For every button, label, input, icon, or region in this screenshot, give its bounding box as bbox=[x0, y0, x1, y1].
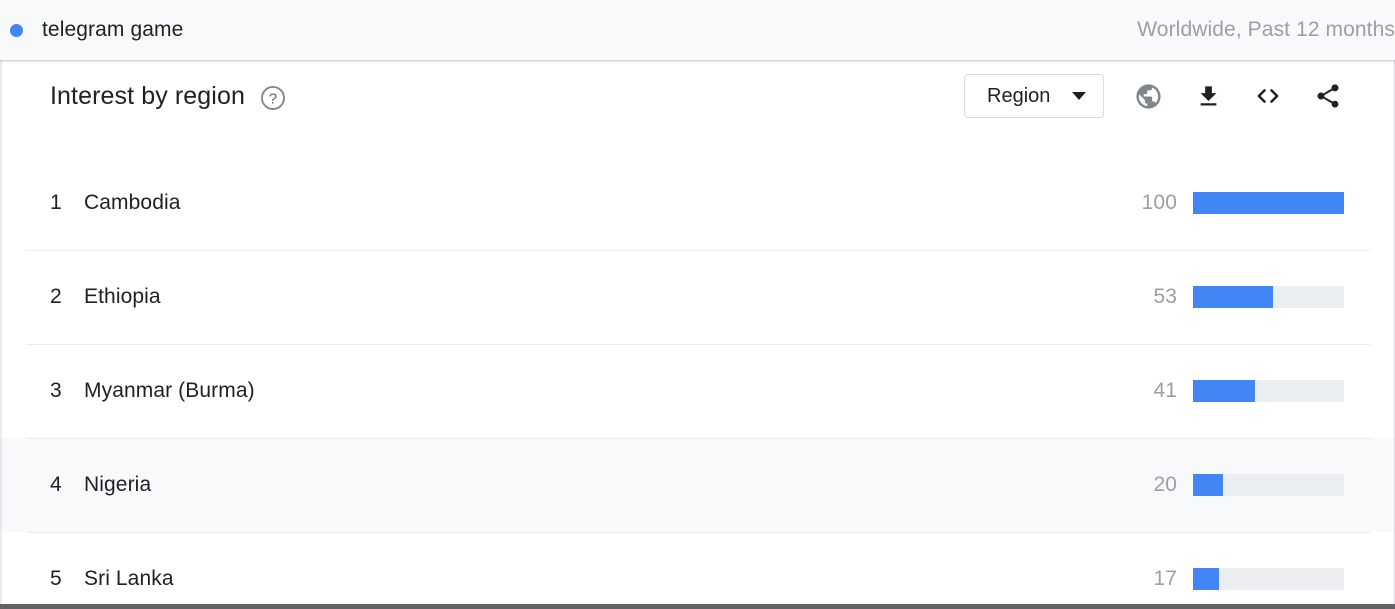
geo-name: Ethiopia bbox=[84, 285, 161, 308]
table-row[interactable]: 3 Myanmar (Burma) 41 bbox=[2, 344, 1394, 438]
geo-rank: 1 bbox=[50, 191, 62, 214]
geo-bar-fill bbox=[1193, 380, 1255, 402]
query-color-dot-icon bbox=[10, 23, 23, 37]
download-icon[interactable] bbox=[1186, 74, 1230, 118]
geo-value: 53 bbox=[1153, 285, 1177, 308]
geo-metric: 20 bbox=[1129, 473, 1344, 497]
geo-bar-track bbox=[1193, 192, 1344, 214]
geo-bar-fill bbox=[1193, 568, 1219, 590]
trends-interest-by-region-viewport: telegram game Worldwide, Past 12 months … bbox=[0, 0, 1395, 609]
embed-code-icon[interactable] bbox=[1246, 74, 1290, 118]
interest-by-region-widget: Interest by region ? Region 1 Cambodia 1… bbox=[0, 60, 1395, 609]
geo-rank: 5 bbox=[50, 567, 62, 590]
geo-value: 17 bbox=[1153, 567, 1177, 590]
query-scope-label: Worldwide, Past 12 months bbox=[1137, 18, 1395, 41]
table-row[interactable]: 5 Sri Lanka 17 bbox=[2, 532, 1394, 609]
geo-metric: 41 bbox=[1129, 379, 1344, 403]
geo-name: Sri Lanka bbox=[84, 567, 174, 590]
widget-header: Interest by region ? Region bbox=[2, 60, 1394, 132]
query-term-group: telegram game bbox=[0, 18, 183, 42]
geo-name: Myanmar (Burma) bbox=[84, 379, 255, 402]
table-row[interactable]: 1 Cambodia 100 bbox=[2, 156, 1394, 250]
geo-value: 20 bbox=[1153, 473, 1177, 496]
geo-bar-track bbox=[1193, 568, 1344, 590]
widget-toolbar: Region bbox=[964, 74, 1350, 118]
geo-bar-fill bbox=[1193, 286, 1274, 308]
svg-text:?: ? bbox=[269, 90, 277, 107]
table-row[interactable]: 2 Ethiopia 53 bbox=[2, 250, 1394, 344]
help-circle-icon[interactable]: ? bbox=[260, 85, 286, 111]
share-icon[interactable] bbox=[1306, 74, 1350, 118]
geo-name: Nigeria bbox=[84, 473, 152, 496]
geo-bar-track bbox=[1193, 474, 1344, 496]
geo-name: Cambodia bbox=[84, 191, 181, 214]
geo-bar-fill bbox=[1193, 192, 1344, 214]
geo-value: 100 bbox=[1141, 191, 1177, 214]
geo-bar-track bbox=[1193, 286, 1344, 308]
table-row[interactable]: 4 Nigeria 20 bbox=[2, 438, 1394, 532]
geo-rank: 3 bbox=[50, 379, 62, 402]
region-select-dropdown[interactable]: Region bbox=[964, 74, 1104, 118]
geo-bar-fill bbox=[1193, 474, 1224, 496]
geo-value: 41 bbox=[1153, 379, 1177, 402]
page-title: Interest by region bbox=[50, 81, 245, 110]
geo-rank: 2 bbox=[50, 285, 62, 308]
geo-rank: 4 bbox=[50, 473, 62, 496]
geo-metric: 53 bbox=[1129, 285, 1344, 309]
geo-rows-list: 1 Cambodia 100 2 Ethiopia 53 3 Myanmar (… bbox=[2, 132, 1394, 609]
viewport-bottom-edge bbox=[0, 604, 1395, 609]
chevron-down-icon bbox=[1072, 92, 1087, 100]
geo-metric: 100 bbox=[1129, 191, 1344, 215]
region-select-label: Region bbox=[987, 84, 1051, 107]
globe-icon[interactable] bbox=[1126, 74, 1170, 118]
geo-metric: 17 bbox=[1129, 567, 1344, 591]
query-header-bar: telegram game Worldwide, Past 12 months bbox=[0, 0, 1395, 60]
geo-bar-track bbox=[1193, 380, 1344, 402]
query-term-label: telegram game bbox=[42, 18, 184, 41]
